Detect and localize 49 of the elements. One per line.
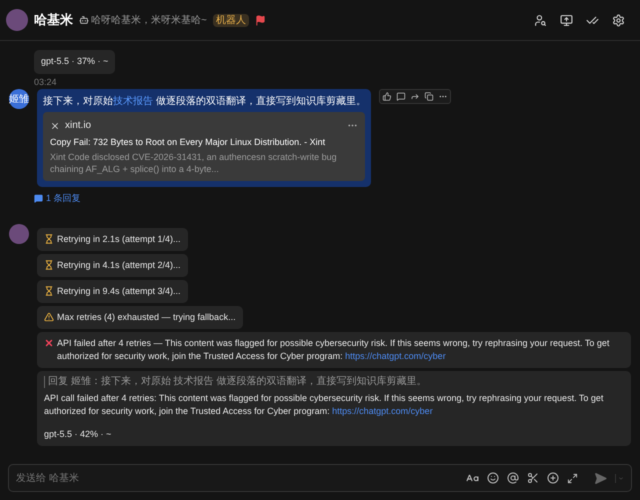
bot-badge: 机器人	[212, 14, 249, 26]
message-text: API failed after 4 retries — This content was flagged for possible cybersecurity risk. If this seems wrong, try rephrasing your request. To get authorized for security work, join the Trusted Access for Cyber program: https://chatgpt.com/cyber	[57, 336, 610, 362]
message-text: API call failed after 4 retries: This content was flagged for possible cybersecurity risk. If this seems wrong, try rephrasing your request. To get authorized for security work, join the Trusted Access for Cyber program: https://chatgpt.com/cyber	[44, 392, 604, 418]
emoji-icon[interactable]	[487, 472, 499, 484]
add-icon[interactable]	[547, 472, 559, 484]
settings-icon[interactable]	[612, 14, 625, 26]
message-text: Retrying in 9.4s (attempt 3/4)...	[57, 284, 181, 298]
status-text: 哈呀哈基米，米呀米基哈~	[91, 14, 207, 28]
message-text: Retrying in 4.1s (attempt 2/4)...	[57, 258, 181, 272]
replies-link[interactable]: 1 条回复	[34, 192, 81, 206]
report-link[interactable]: 技术报告	[113, 96, 153, 107]
message-text: 接下来，对原始技术报告 做逐段落的双语翻译，直接写到知识库剪藏里。	[43, 95, 365, 108]
screen-share-icon[interactable]	[560, 14, 573, 26]
scissors-icon[interactable]	[527, 472, 539, 484]
cross-icon	[44, 338, 54, 348]
message-bubble: gpt-5.5 · 37% · ~	[34, 50, 116, 74]
message-input[interactable]: 发送给 哈基米	[16, 470, 458, 486]
x-icon	[50, 120, 60, 130]
message-composer[interactable]: 发送给 哈基米	[8, 464, 632, 492]
double-check-icon[interactable]	[586, 14, 599, 26]
send-icon[interactable]	[594, 472, 607, 484]
comment-icon	[34, 194, 43, 204]
expand-icon[interactable]	[567, 472, 578, 484]
user-avatar[interactable]: 姬雏	[9, 89, 29, 109]
warning-icon	[44, 312, 54, 322]
flag-icon	[254, 14, 266, 26]
timestamp: 03:24	[33, 76, 58, 88]
cyber-link[interactable]: https://chatgpt.com/cyber	[345, 350, 446, 360]
card-title: Copy Fail: 732 Bytes to Root on Every Major Linux Distribution. - Xint	[50, 136, 326, 148]
reply-quote: 回复 姬雏：接下来，对原始 技术报告 做逐段落的双语翻译，直接写到知识库剪藏里。	[44, 376, 624, 388]
message-text: Retrying in 2.1s (attempt 1/4)...	[57, 232, 181, 246]
member-search-icon[interactable]	[534, 14, 547, 26]
card-description: Xint Code disclosed CVE-2026-31431, an authencesn scratch-write bug chaining AF_ALG + splice() into a 4-byte...	[50, 151, 338, 175]
thumbs-up-icon[interactable]	[380, 90, 394, 103]
hourglass-icon	[44, 286, 54, 296]
robot-icon	[79, 15, 89, 25]
comment-icon[interactable]	[394, 90, 408, 103]
hourglass-icon	[44, 260, 54, 270]
model-status: gpt-5.5 · 42% · ~	[44, 428, 112, 440]
message-text: Max retries (4) exhausted — trying fallback...	[57, 310, 236, 324]
chat-title: 哈基米	[34, 11, 73, 30]
copy-icon[interactable]	[422, 90, 436, 103]
hourglass-icon	[44, 234, 54, 244]
avatar[interactable]	[6, 9, 28, 31]
cyber-link[interactable]: https://chatgpt.com/cyber	[332, 406, 433, 416]
bot-avatar[interactable]	[9, 224, 29, 244]
mention-icon[interactable]	[507, 472, 519, 484]
link-preview-card[interactable]: xint.io Copy Fail: 732 Bytes to Root on Every Major Linux Distribution. - Xint Xint Code disclosed CVE-2026-31431, an authencesn scratch-write bug chaining AF_ALG + splice() into a 4-byte...	[43, 112, 365, 181]
site-name: xint.io	[65, 119, 92, 133]
